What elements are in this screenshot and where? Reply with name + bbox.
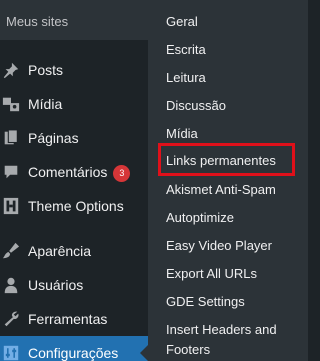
submenu-item-insert-headers-footers[interactable]: Insert Headers and Footers [148, 320, 298, 360]
submenu-item-autoptimize[interactable]: Autoptimize [148, 208, 308, 228]
menu-item-posts[interactable]: Posts [0, 53, 148, 87]
menu-item-theme-options[interactable]: Theme Options [0, 189, 148, 223]
menu-item-label: Páginas [28, 130, 79, 146]
pages-icon [1, 128, 21, 148]
submenu-arrow [140, 345, 148, 361]
h-icon [1, 196, 21, 216]
submenu-item-export-all-urls[interactable]: Export All URLs [148, 264, 308, 284]
media-icon [1, 94, 21, 114]
admin-menu: Meus sites Posts Mídia Páginas Comentári… [0, 0, 148, 361]
submenu-item-reading[interactable]: Leitura [148, 68, 308, 88]
menu-item-label: Posts [28, 62, 64, 78]
wrench-icon [1, 309, 21, 329]
menu-item-settings[interactable]: Configurações [0, 336, 148, 361]
submenu-item-easy-video-player[interactable]: Easy Video Player [148, 236, 308, 256]
brush-icon [1, 241, 21, 261]
submenu-item-media[interactable]: Mídia [148, 124, 308, 144]
comment-count-badge: 3 [113, 165, 131, 182]
menu-item-label: Comentários 3 [28, 164, 131, 182]
menu-item-users[interactable]: Usuários [0, 268, 148, 302]
my-sites-label: Meus sites [6, 14, 69, 29]
submenu-item-writing[interactable]: Escrita [148, 40, 308, 60]
menu-item-pages[interactable]: Páginas [0, 121, 148, 155]
submenu-item-discussion[interactable]: Discussão [148, 96, 308, 116]
my-sites-strip[interactable]: Meus sites [0, 0, 148, 40]
menu-item-comments[interactable]: Comentários 3 [0, 155, 148, 189]
submenu-item-akismet[interactable]: Akismet Anti-Spam [148, 180, 308, 200]
user-icon [1, 275, 21, 295]
submenu-item-gde-settings[interactable]: GDE Settings [148, 292, 308, 312]
menu-item-label: Usuários [28, 277, 84, 293]
permalinks-highlight-box [158, 143, 295, 176]
menu-item-label: Configurações [28, 345, 119, 361]
menu-item-label: Mídia [28, 96, 63, 112]
menu-item-label: Aparência [28, 243, 92, 259]
comments-text: Comentários [28, 164, 108, 180]
submenu-item-general[interactable]: Geral [148, 12, 308, 32]
pin-icon [1, 60, 21, 80]
menu-item-label: Ferramentas [28, 311, 108, 327]
settings-icon [1, 343, 21, 361]
settings-flyout-submenu: Geral Escrita Leitura Discussão Mídia Li… [148, 0, 308, 361]
menu-item-appearance[interactable]: Aparência [0, 234, 148, 268]
comments-icon [1, 162, 21, 182]
menu-item-label: Theme Options [28, 198, 124, 214]
menu-item-media[interactable]: Mídia [0, 87, 148, 121]
menu-item-tools[interactable]: Ferramentas [0, 302, 148, 336]
